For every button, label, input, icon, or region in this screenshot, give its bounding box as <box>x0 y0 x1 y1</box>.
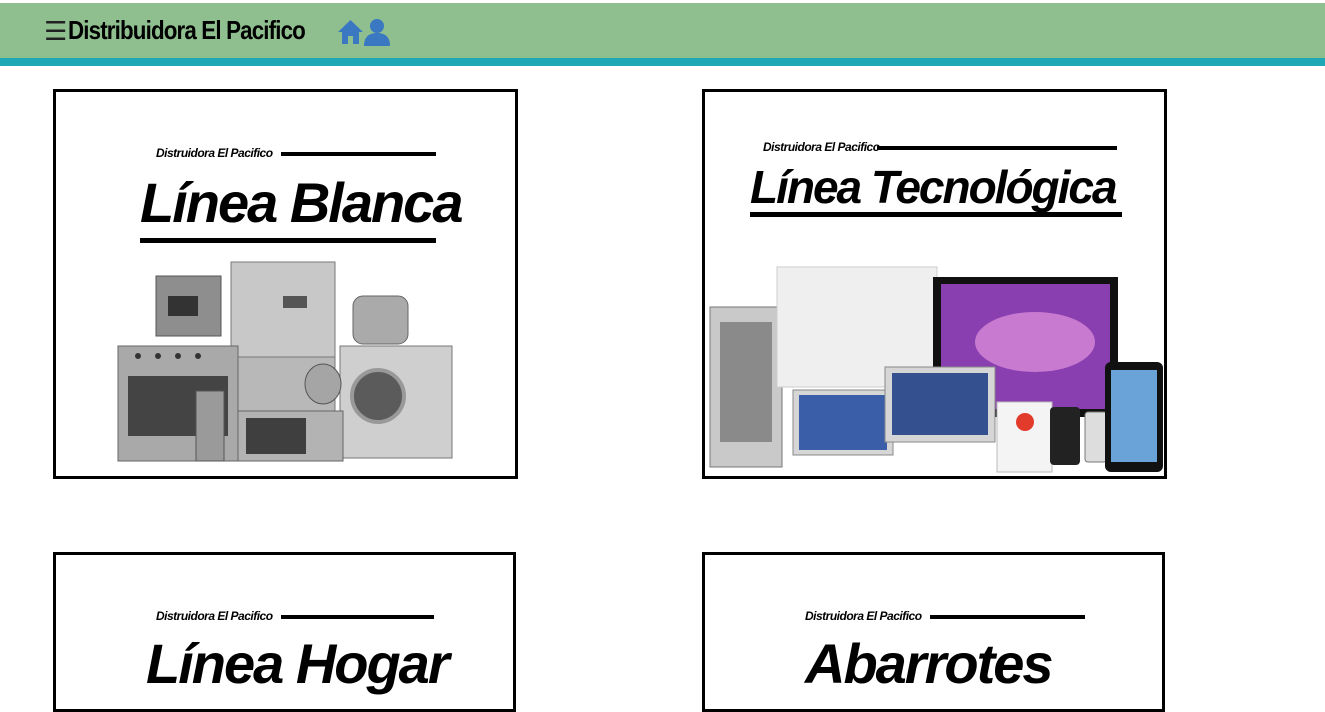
brand-title[interactable]: Distribuidora El Pacifico <box>68 15 306 45</box>
divider <box>877 146 1117 150</box>
divider <box>281 152 436 156</box>
card-subtitle: Distruidora El Pacifico <box>763 140 880 154</box>
apple-devices-image <box>709 266 1163 473</box>
category-card-linea-hogar[interactable]: Distruidora El Pacifico Línea Hogar <box>53 552 516 712</box>
divider <box>140 238 436 243</box>
divider <box>930 615 1085 619</box>
card-title: Abarrotes <box>805 632 1054 695</box>
category-card-abarrotes[interactable]: Distruidora El Pacifico Abarrotes <box>702 552 1165 712</box>
hamburger-menu-icon[interactable]: ☰ <box>44 18 67 44</box>
home-appliances-image <box>117 261 453 462</box>
home-icon[interactable] <box>337 19 364 45</box>
card-subtitle: Distruidora El Pacifico <box>805 609 922 623</box>
top-navbar: ☰ Distribuidora El Pacifico <box>0 3 1325 66</box>
divider <box>281 615 434 619</box>
card-title: Línea Hogar <box>146 632 450 695</box>
user-icon[interactable] <box>363 18 391 46</box>
category-card-linea-tecnologica[interactable]: Distruidora El Pacifico Línea Tecnológic… <box>702 89 1167 479</box>
card-subtitle: Distruidora El Pacifico <box>156 609 273 623</box>
card-subtitle: Distruidora El Pacifico <box>156 146 273 160</box>
card-title: Línea Tecnológica <box>750 161 1118 213</box>
divider <box>750 212 1122 217</box>
category-card-linea-blanca[interactable]: Distruidora El Pacifico Línea Blanca <box>53 89 518 479</box>
card-title: Línea Blanca <box>140 171 463 234</box>
